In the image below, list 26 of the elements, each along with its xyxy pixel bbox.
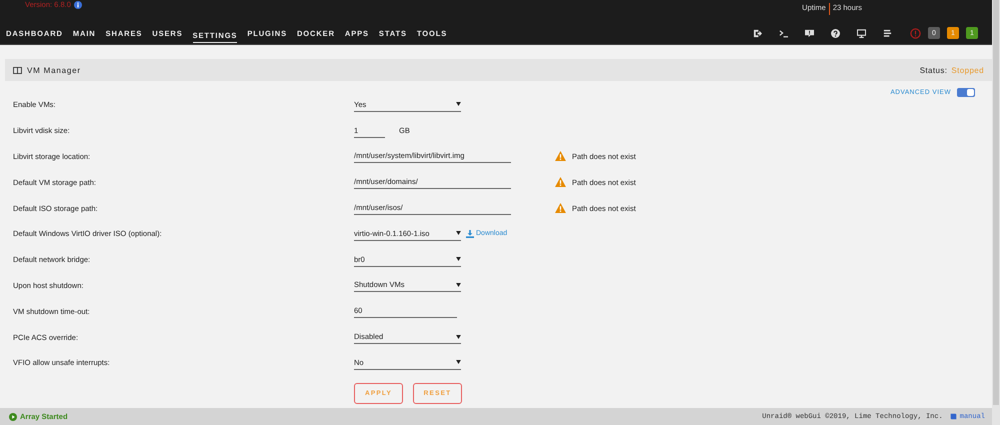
caret-icon bbox=[456, 282, 461, 287]
info-icon[interactable] bbox=[74, 1, 82, 9]
download-icon bbox=[466, 230, 474, 238]
terminal-icon[interactable] bbox=[779, 28, 788, 38]
advanced-view-toggle[interactable] bbox=[957, 88, 975, 97]
warning-icon bbox=[555, 177, 566, 188]
columns-icon bbox=[13, 66, 22, 74]
warning-icon bbox=[555, 203, 566, 214]
alert-icon[interactable] bbox=[910, 28, 921, 38]
scrollbar-thumb[interactable] bbox=[993, 0, 999, 405]
help-icon[interactable] bbox=[831, 28, 840, 38]
log-icon[interactable] bbox=[883, 28, 892, 38]
monitor-icon[interactable] bbox=[857, 28, 866, 38]
warning-icon bbox=[555, 151, 566, 162]
status-label: Status: bbox=[920, 66, 948, 74]
caret-icon bbox=[456, 102, 461, 106]
caret-icon bbox=[456, 231, 461, 236]
logout-icon[interactable] bbox=[753, 28, 762, 38]
feedback-icon[interactable] bbox=[805, 28, 814, 38]
panel-title: VM Manager bbox=[27, 66, 81, 74]
caret-icon bbox=[456, 360, 461, 364]
scrollbar[interactable] bbox=[992, 0, 1000, 425]
caret-icon bbox=[456, 257, 461, 262]
play-icon bbox=[9, 412, 17, 420]
caret-icon bbox=[456, 334, 461, 339]
status-value: Stopped bbox=[951, 66, 984, 74]
